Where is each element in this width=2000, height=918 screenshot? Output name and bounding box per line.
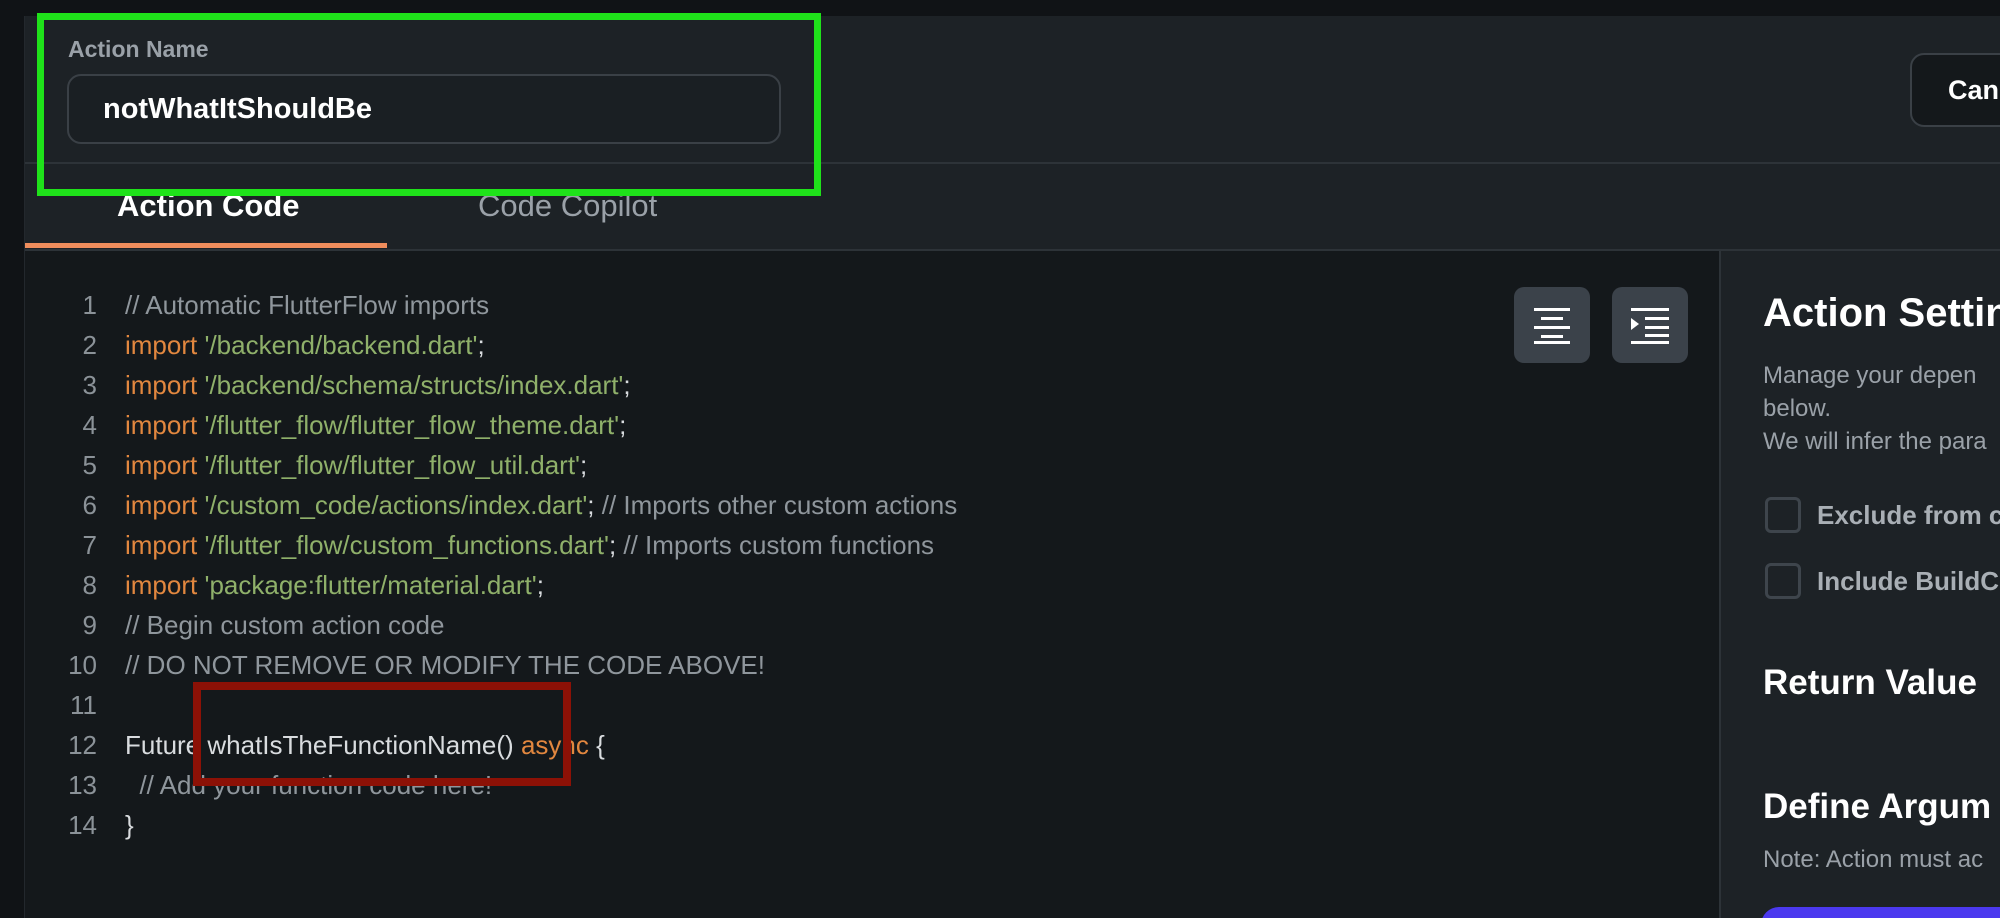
code-token: }	[125, 810, 134, 840]
return-value-heading: Return Value	[1763, 663, 1977, 702]
code-token: import	[125, 490, 198, 520]
code-line[interactable]: 8 import 'package:flutter/material.dart';	[25, 565, 957, 605]
code-token: ;	[619, 410, 627, 440]
code-token: '/custom_code/actions/index.dart'	[204, 490, 588, 520]
tab-bar: Action Code Code Copilot	[25, 164, 2000, 251]
line-number: 14	[68, 810, 97, 840]
code-line[interactable]: 13 // Add your function code here!	[25, 765, 957, 805]
code-token: import	[125, 530, 198, 560]
code-token: ;	[623, 370, 631, 400]
code-line[interactable]: 6 import '/custom_code/actions/index.dart…	[25, 485, 958, 525]
code-token: import	[125, 370, 198, 400]
code-token: ;	[580, 450, 588, 480]
code-token: // Imports other custom actions	[601, 490, 958, 520]
settings-desc-line: below.	[1763, 395, 1832, 422]
line-number: 13	[68, 770, 97, 800]
action-name-input[interactable]	[67, 74, 781, 144]
code-line[interactable]: 4 import '/flutter_flow/flutter_flow_them…	[25, 405, 957, 445]
line-number: 1	[82, 290, 97, 320]
code-token: Future whatIsTheFunctionName()	[125, 730, 521, 760]
settings-title: Action Settin	[1763, 291, 2000, 335]
line-number: 5	[82, 450, 97, 480]
code-token: // Begin custom action code	[125, 610, 445, 640]
line-number: 7	[82, 530, 97, 560]
code-line[interactable]: 2 import '/backend/backend.dart';	[25, 325, 957, 365]
settings-desc-line: We will infer the para	[1763, 428, 1987, 455]
code-token: ;	[536, 570, 544, 600]
code-token: ;	[477, 330, 485, 360]
code-line[interactable]: 3 import '/backend/schema/structs/index.d…	[25, 365, 957, 405]
left-nav-strip	[0, 16, 25, 918]
code-token: import	[125, 570, 198, 600]
line-number: 3	[82, 370, 97, 400]
line-number: 11	[70, 690, 97, 720]
define-arguments-heading: Define Argum	[1763, 787, 1992, 826]
line-number: 8	[82, 570, 97, 600]
exclude-checkbox[interactable]	[1765, 497, 1801, 533]
code-token: '/flutter_flow/flutter_flow_util.dart'	[204, 450, 581, 480]
line-number: 9	[82, 610, 97, 640]
code-line[interactable]: 14}	[25, 805, 957, 845]
code-line[interactable]: 10 // DO NOT REMOVE OR MODIFY THE CODE AB…	[25, 645, 957, 685]
code-token: ;	[608, 530, 624, 560]
line-number: 6	[82, 490, 97, 520]
code-line[interactable]: 9 // Begin custom action code	[25, 605, 957, 645]
code-token: async	[520, 730, 589, 760]
code-editor[interactable]: 1 // Automatic FlutterFlow imports 2 import…	[25, 251, 1719, 918]
code-token: ;	[587, 490, 602, 520]
code-line[interactable]: 7 import '/flutter_flow/custom_functions.…	[25, 525, 957, 565]
code-token: {	[588, 730, 605, 760]
code-token: // Automatic FlutterFlow imports	[125, 290, 490, 320]
code-token: '/backend/backend.dart'	[204, 330, 478, 360]
code-line[interactable]: 1 // Automatic FlutterFlow imports	[25, 285, 957, 325]
code-token: '/flutter_flow/custom_functions.dart'	[204, 530, 609, 560]
action-name-label: Action Name	[68, 36, 209, 62]
indent-button[interactable]	[1612, 287, 1688, 363]
top-bar	[0, 0, 2000, 16]
tab-code-copilot[interactable]: Code Copilot	[478, 188, 657, 224]
code-token: '/backend/schema/structs/index.dart'	[204, 370, 624, 400]
format-code-button[interactable]	[1514, 287, 1590, 363]
code-token: import	[125, 330, 198, 360]
code-line[interactable]: 12 Future whatIsTheFunctionName() async {	[25, 725, 957, 765]
include-buildcontext-checkbox[interactable]	[1765, 563, 1801, 599]
add-argument-button[interactable]	[1761, 907, 2000, 918]
settings-note: Note: Action must ac	[1763, 846, 1984, 873]
line-number: 4	[82, 410, 97, 440]
code-token: // Add your function code here!	[125, 770, 493, 800]
code-line[interactable]: 5 import '/flutter_flow/flutter_flow_util…	[25, 445, 957, 485]
indent-icon	[1631, 308, 1669, 344]
cancel-button[interactable]: Can	[1910, 53, 2000, 127]
line-number: 10	[68, 650, 97, 680]
action-settings-panel: Action Settin Manage your depen below. W…	[1721, 251, 2000, 918]
code-token: import	[125, 410, 198, 440]
code-token: // DO NOT REMOVE OR MODIFY THE CODE ABOV…	[125, 650, 765, 680]
include-buildcontext-label[interactable]: Include BuildCo	[1817, 566, 2000, 597]
settings-desc-line: Manage your depen	[1763, 362, 1977, 389]
code-token: 'package:flutter/material.dart'	[204, 570, 537, 600]
active-tab-indicator	[25, 243, 387, 248]
tab-action-code[interactable]: Action Code	[117, 188, 300, 224]
code-token: import	[125, 450, 198, 480]
code-token: '/flutter_flow/flutter_flow_theme.dart'	[204, 410, 620, 440]
code-lines[interactable]: 1 // Automatic FlutterFlow imports 2 import…	[25, 285, 957, 845]
code-token: // Imports custom functions	[623, 530, 935, 560]
code-line[interactable]: 11	[25, 685, 957, 725]
line-number: 12	[68, 730, 97, 760]
exclude-checkbox-label[interactable]: Exclude from c	[1817, 500, 2000, 531]
settings-description: Manage your depen below. We will infer t…	[1763, 359, 1987, 458]
line-number: 2	[82, 330, 97, 360]
align-center-icon	[1534, 308, 1570, 344]
